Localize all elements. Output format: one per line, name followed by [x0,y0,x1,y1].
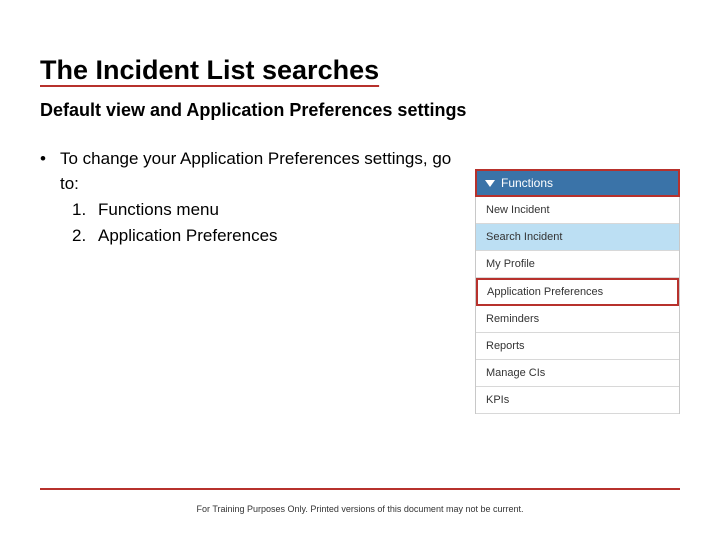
menu-header-label: Functions [501,176,553,190]
footer-text: For Training Purposes Only. Printed vers… [0,504,720,514]
menu-item[interactable]: New Incident [476,197,679,224]
bullet-text: To change your Application Preferences s… [60,147,457,196]
step-item: 1. Functions menu [72,198,457,223]
menu-item[interactable]: Manage CIs [476,360,679,387]
menu-item[interactable]: My Profile [476,251,679,278]
menu-item[interactable]: Reports [476,333,679,360]
step-label: Application Preferences [98,224,278,249]
step-number: 1. [72,198,98,223]
menu-item[interactable]: Application Preferences [476,278,679,306]
menu-item[interactable]: Search Incident [476,224,679,251]
body-text: • To change your Application Preferences… [40,147,457,249]
menu-item[interactable]: Reminders [476,306,679,333]
divider [40,488,680,490]
menu-header[interactable]: Functions [475,169,680,197]
step-label: Functions menu [98,198,219,223]
menu-item[interactable]: KPIs [476,387,679,414]
step-item: 2. Application Preferences [72,224,457,249]
slide-subtitle: Default view and Application Preferences… [40,100,680,121]
slide-title: The Incident List searches [40,55,680,92]
chevron-down-icon [485,180,495,187]
bullet-dot: • [40,147,60,196]
functions-menu: Functions New IncidentSearch IncidentMy … [475,169,680,414]
step-number: 2. [72,224,98,249]
